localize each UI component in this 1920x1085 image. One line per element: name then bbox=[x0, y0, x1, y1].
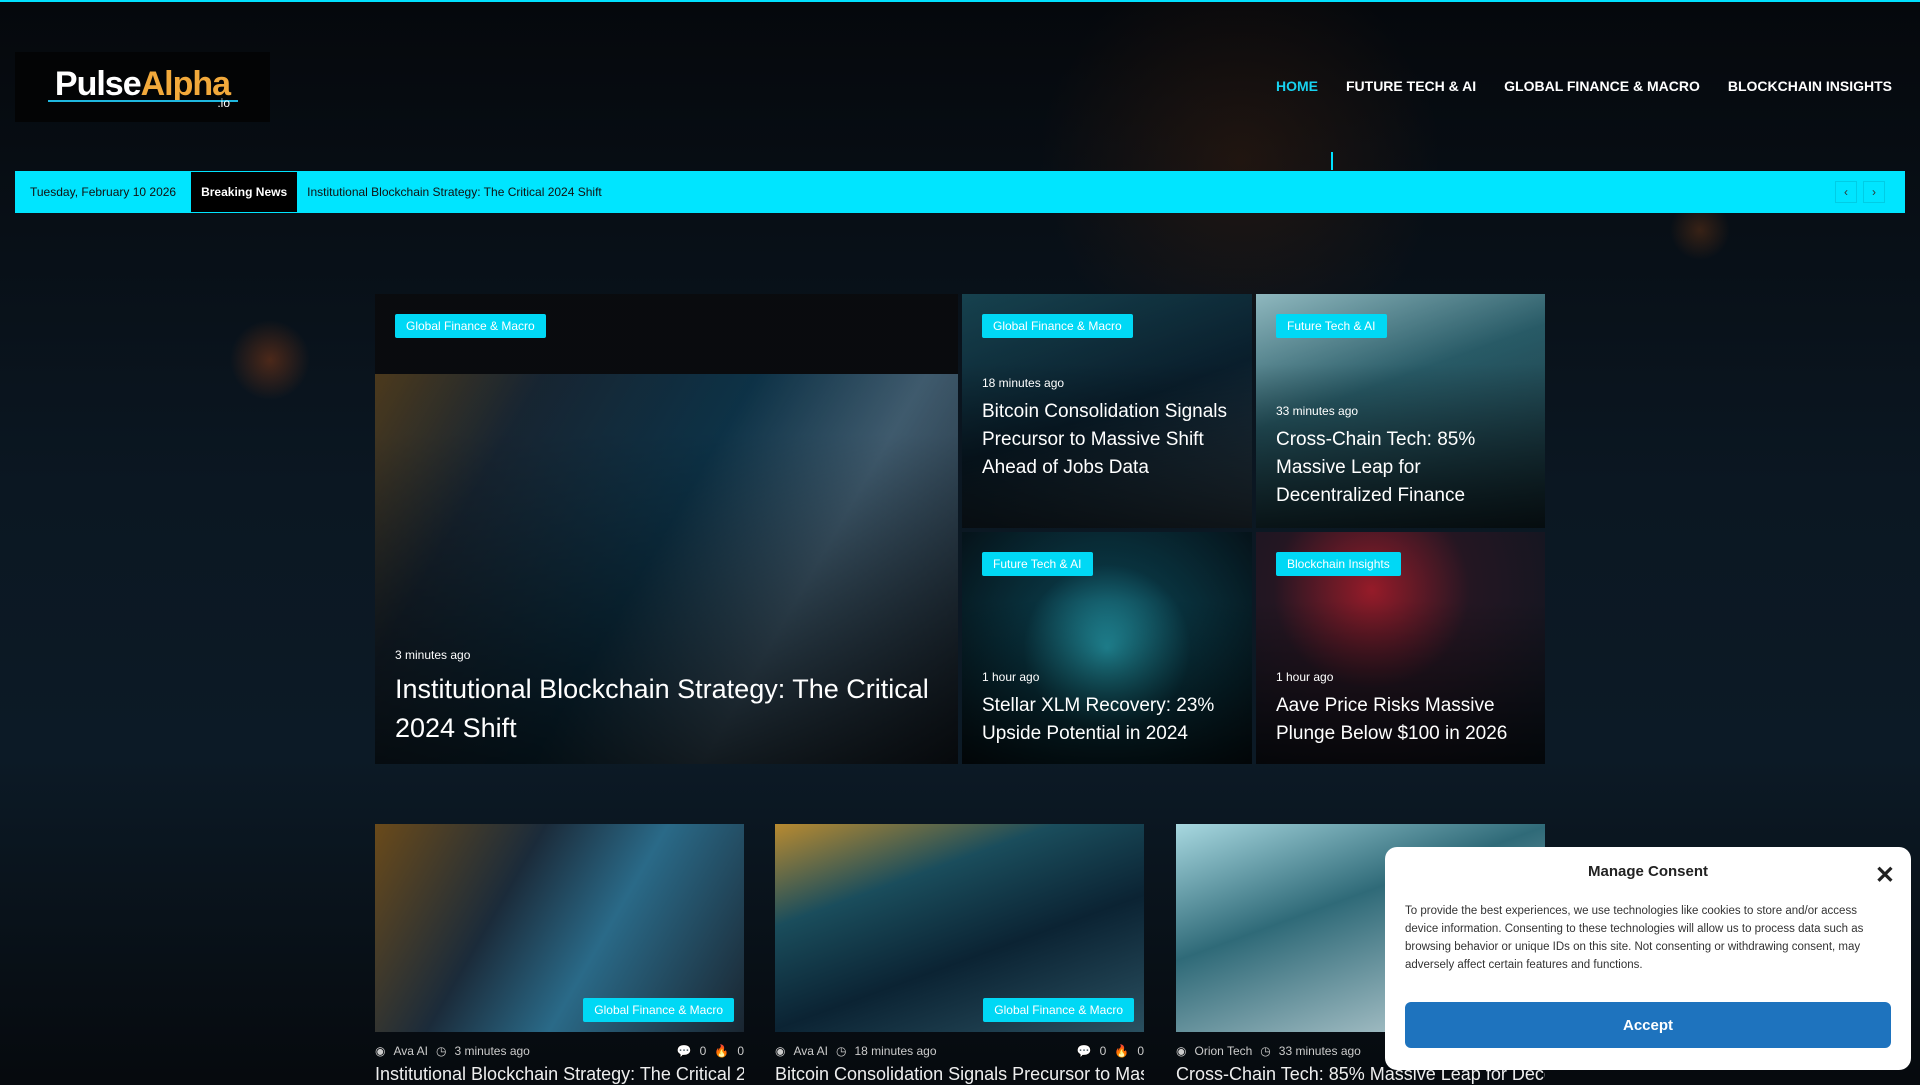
post-time: 18 minutes ago bbox=[982, 376, 1065, 390]
post-time: 1 hour ago bbox=[1276, 670, 1334, 684]
category-badge[interactable]: Blockchain Insights bbox=[1276, 552, 1401, 576]
post-image: Global Finance & Macro bbox=[775, 824, 1144, 1032]
logo-suffix: .io bbox=[217, 95, 230, 110]
ticker-headline[interactable]: Institutional Blockchain Strategy: The C… bbox=[307, 185, 602, 199]
category-badge[interactable]: Global Finance & Macro bbox=[983, 998, 1134, 1022]
post-time: 3 minutes ago bbox=[395, 648, 471, 662]
breaking-news-label: Breaking News bbox=[191, 172, 298, 212]
view-count: 0 bbox=[737, 1044, 744, 1058]
view-count: 0 bbox=[1137, 1044, 1144, 1058]
category-badge[interactable]: Future Tech & AI bbox=[982, 552, 1093, 576]
close-icon[interactable]: ✕ bbox=[1875, 861, 1895, 890]
site-logo[interactable]: PulseAlpha .io bbox=[15, 52, 270, 122]
post-title[interactable]: Institutional Blockchain Strategy: The C… bbox=[395, 670, 938, 748]
category-badge[interactable]: Global Finance & Macro bbox=[583, 998, 734, 1022]
logo-pulse-line bbox=[47, 99, 238, 102]
clock-icon: ◷ bbox=[1260, 1044, 1271, 1058]
fire-icon: 🔥 bbox=[1114, 1044, 1130, 1058]
accept-button[interactable]: Accept bbox=[1405, 1002, 1891, 1048]
post-title[interactable]: Bitcoin Consolidation Signals Precursor … bbox=[775, 1064, 1144, 1085]
main-nav: HOME FUTURE TECH & AI GLOBAL FINANCE & M… bbox=[1276, 78, 1892, 94]
category-badge[interactable]: Global Finance & Macro bbox=[395, 314, 546, 338]
post-author[interactable]: Ava AI bbox=[793, 1044, 827, 1058]
hero-card[interactable]: Blockchain Insights 1 hour ago Aave Pric… bbox=[1256, 532, 1545, 764]
post-title[interactable]: Institutional Blockchain Strategy: The C… bbox=[375, 1064, 744, 1085]
nav-blockchain-insights[interactable]: BLOCKCHAIN INSIGHTS bbox=[1728, 78, 1892, 94]
post-time: 18 minutes ago bbox=[854, 1044, 937, 1058]
post-card[interactable]: Global Finance & Macro ◉ Ava AI ◷ 18 minut… bbox=[775, 824, 1144, 1085]
logo-text-a: Pulse bbox=[54, 64, 142, 103]
post-image: Global Finance & Macro bbox=[375, 824, 744, 1032]
category-badge[interactable]: Future Tech & AI bbox=[1276, 314, 1387, 338]
nav-home[interactable]: HOME bbox=[1276, 78, 1318, 94]
comments-icon: 💬 bbox=[676, 1044, 692, 1058]
post-time: 3 minutes ago bbox=[454, 1044, 530, 1058]
logo-text: PulseAlpha bbox=[54, 64, 231, 104]
top-accent-line bbox=[0, 0, 1920, 2]
hero-card[interactable]: Future Tech & AI 1 hour ago Stellar XLM … bbox=[962, 532, 1252, 764]
fire-icon: 🔥 bbox=[714, 1044, 730, 1058]
clock-icon: ◷ bbox=[835, 1044, 847, 1058]
comment-count: 0 bbox=[699, 1044, 707, 1058]
comments-icon: 💬 bbox=[1076, 1044, 1092, 1058]
nav-active-indicator bbox=[1331, 152, 1333, 170]
nav-global-finance[interactable]: GLOBAL FINANCE & MACRO bbox=[1504, 78, 1700, 94]
post-title[interactable]: Aave Price Risks Massive Plunge Below $1… bbox=[1276, 692, 1525, 748]
hero-card[interactable]: Future Tech & AI 33 minutes ago Cross-Ch… bbox=[1256, 294, 1545, 528]
post-title[interactable]: Stellar XLM Recovery: 23% Upside Potenti… bbox=[982, 692, 1232, 748]
user-icon: ◉ bbox=[1176, 1044, 1187, 1058]
hero-card[interactable]: Global Finance & Macro 18 minutes ago Bi… bbox=[962, 294, 1252, 528]
post-time: 33 minutes ago bbox=[1276, 404, 1359, 418]
user-icon: ◉ bbox=[775, 1044, 786, 1058]
current-date: Tuesday, February 10 2026 bbox=[30, 185, 177, 199]
post-time: 1 hour ago bbox=[982, 670, 1040, 684]
post-author[interactable]: Ava AI bbox=[393, 1044, 427, 1058]
consent-title: Manage Consent bbox=[1587, 863, 1708, 880]
breaking-news-bar: Tuesday, February 10 2026 Breaking News … bbox=[15, 171, 1905, 213]
ticker-prev-button[interactable]: ‹ bbox=[1835, 181, 1857, 203]
nav-future-tech[interactable]: FUTURE TECH & AI bbox=[1346, 78, 1476, 94]
post-author[interactable]: Orion Tech bbox=[1194, 1044, 1252, 1058]
post-card[interactable]: Global Finance & Macro ◉ Ava AI ◷ 3 minute… bbox=[375, 824, 744, 1085]
post-title[interactable]: Cross-Chain Tech: 85% Massive Leap for D… bbox=[1276, 426, 1525, 510]
category-badge[interactable]: Global Finance & Macro bbox=[982, 314, 1133, 338]
comment-count: 0 bbox=[1099, 1044, 1107, 1058]
hero-main-card[interactable]: Global Finance & Macro 3 minutes ago Ins… bbox=[375, 294, 958, 764]
user-icon: ◉ bbox=[375, 1044, 386, 1058]
post-time: 33 minutes ago bbox=[1278, 1044, 1361, 1058]
consent-dialog: Manage Consent ✕ To provide the best exp… bbox=[1385, 847, 1911, 1070]
ticker-next-button[interactable]: › bbox=[1863, 181, 1885, 203]
clock-icon: ◷ bbox=[435, 1044, 447, 1058]
post-title[interactable]: Bitcoin Consolidation Signals Precursor … bbox=[982, 398, 1232, 482]
consent-body: To provide the best experiences, we use … bbox=[1405, 905, 1864, 971]
